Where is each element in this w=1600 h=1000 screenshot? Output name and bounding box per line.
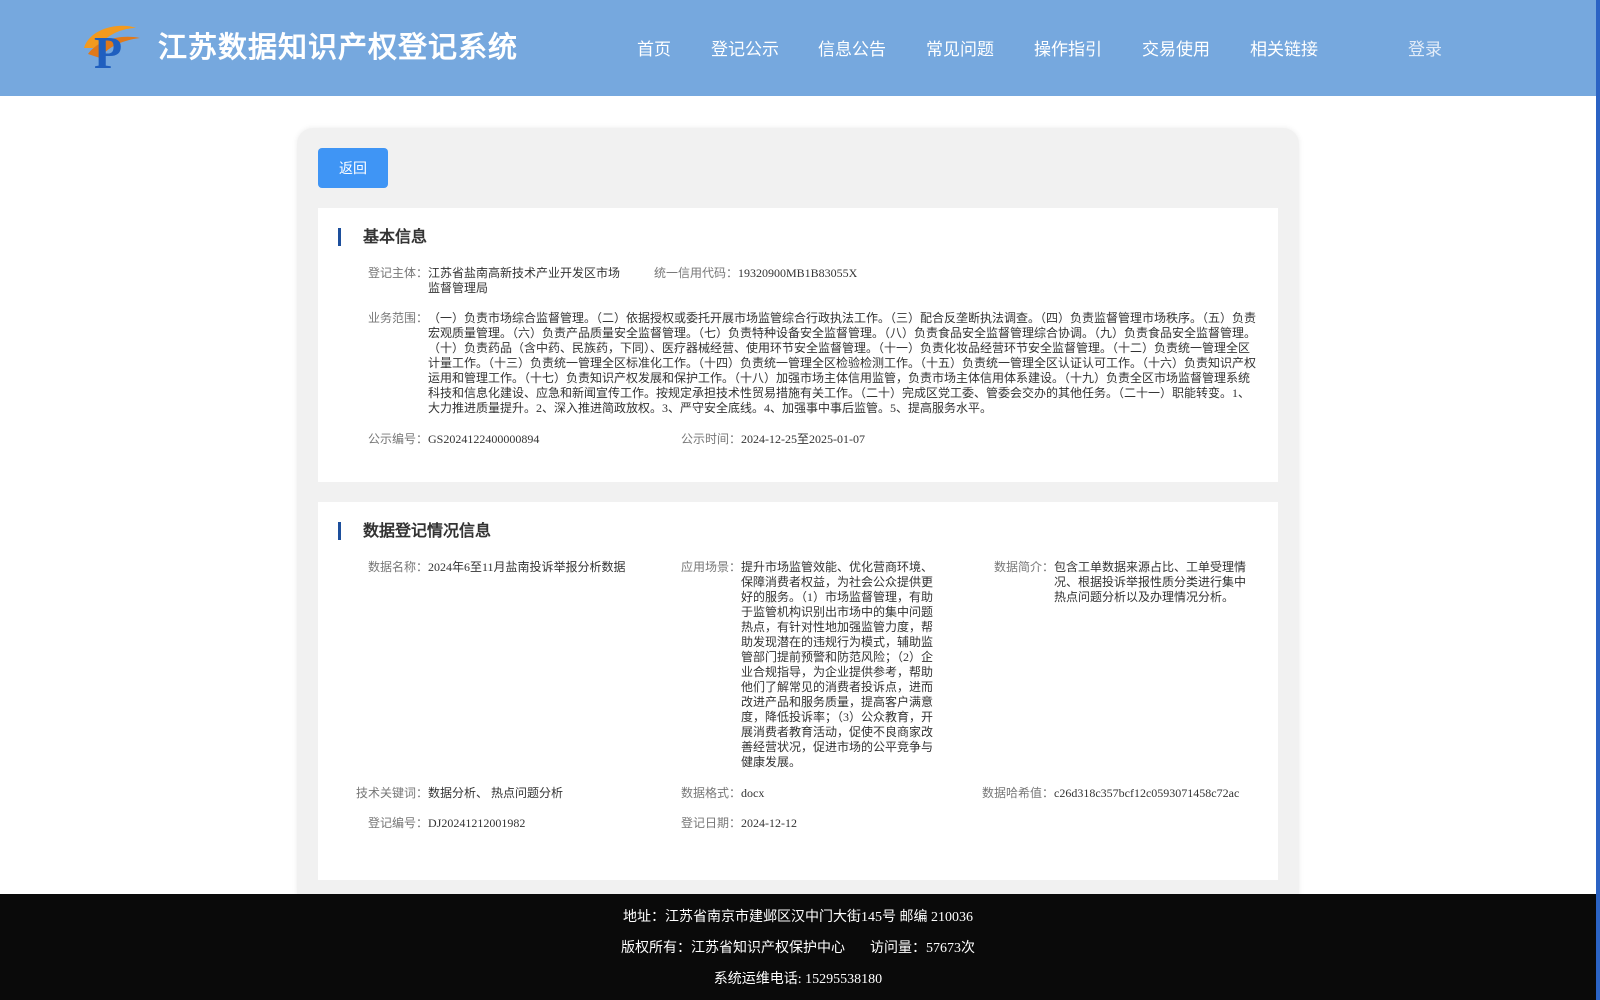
format-label: 数据格式： — [680, 786, 741, 800]
intro-value: 包含工单数据来源占比、工单受理情况、根据投诉举报性质分类进行集中热点问题分析以及… — [1054, 560, 1247, 604]
nav-trade-use[interactable]: 交易使用 — [1142, 35, 1210, 60]
svg-text:P: P — [94, 27, 122, 72]
back-button[interactable]: 返回 — [318, 148, 388, 188]
basic-info-panel: 基本信息 登记主体： 江苏省盐南高新技术产业开发区市场监督管理局 统一信用代码：… — [318, 208, 1278, 482]
login-link[interactable]: 登录 — [1408, 35, 1442, 60]
hash-label: 数据哈希值： — [981, 786, 1054, 800]
scene-value: 提升市场监管效能、优化营商环境、保障消费者权益，为社会公众提供更好的服务。（1）… — [741, 560, 934, 769]
site-title[interactable]: 江苏数据知识产权登记系统 — [158, 24, 518, 66]
nav-registration-publicity[interactable]: 登记公示 — [711, 35, 779, 60]
top-header: P 江苏数据知识产权登记系统 首页 登记公示 信息公告 常见问题 操作指引 交易… — [0, 0, 1596, 96]
data-name-value: 2024年6至11月盐南投诉举报分析数据 — [428, 560, 626, 574]
intro-label: 数据简介： — [993, 560, 1054, 574]
scope-value: （一）负责市场综合监督管理。（二）依据授权或委托开展市场监管综合行政执法工作。（… — [428, 311, 1257, 415]
data-name-label: 数据名称： — [367, 560, 428, 574]
publicity-time-label: 公示时间： — [680, 432, 741, 446]
publicity-time-value: 2024-12-25至2025-01-07 — [741, 432, 865, 446]
nav-faq[interactable]: 常见问题 — [926, 35, 994, 60]
nav-announcements[interactable]: 信息公告 — [818, 35, 886, 60]
reg-date-value: 2024-12-12 — [741, 816, 797, 830]
keywords-value: 数据分析、 热点问题分析 — [428, 786, 564, 800]
publicity-no-label: 公示编号： — [367, 432, 428, 446]
keywords-label: 技术关键词： — [355, 786, 428, 800]
hash-value: c26d318c357bcf12c0593071458c72ac — [1054, 786, 1240, 800]
reg-no-label: 登记编号： — [367, 816, 428, 830]
footer-visits: 访问量：57673次 — [870, 941, 975, 956]
footer-copyright: 版权所有：江苏省知识产权保护中心 — [621, 941, 845, 956]
site-footer: 地址：江苏省南京市建邺区汉中门大街145号 邮编 210036 版权所有：江苏省… — [0, 894, 1596, 1000]
footer-copyright-line: 版权所有：江苏省知识产权保护中心 访问量：57673次 — [0, 937, 1596, 957]
scope-label: 业务范围： — [367, 311, 428, 325]
credit-code-label: 统一信用代码： — [653, 266, 738, 280]
registrant-value: 江苏省盐南高新技术产业开发区市场监督管理局 — [428, 266, 621, 295]
nav-operation-guide[interactable]: 操作指引 — [1034, 35, 1102, 60]
nav-home[interactable]: 首页 — [637, 35, 671, 60]
section-title-basic: 基本信息 — [338, 228, 427, 246]
window-edge — [1596, 0, 1600, 1000]
credit-code-value: 19320900MB1B83055X — [738, 266, 858, 280]
reg-date-label: 登记日期： — [680, 816, 741, 830]
nav-related-links[interactable]: 相关链接 — [1250, 35, 1318, 60]
footer-address: 地址：江苏省南京市建邺区汉中门大街145号 邮编 210036 — [623, 910, 973, 925]
reg-no-value: DJ20241212001982 — [428, 816, 526, 830]
footer-phone: 系统运维电话: 15295538180 — [713, 972, 883, 987]
scene-label: 应用场景： — [680, 560, 741, 574]
site-logo-icon: P — [84, 25, 140, 72]
format-value: docx — [741, 786, 765, 800]
section-title-data: 数据登记情况信息 — [338, 522, 491, 540]
registrant-label: 登记主体： — [367, 266, 428, 280]
data-registration-panel: 数据登记情况信息 数据名称： 2024年6至11月盐南投诉举报分析数据 应用场景… — [318, 502, 1278, 880]
